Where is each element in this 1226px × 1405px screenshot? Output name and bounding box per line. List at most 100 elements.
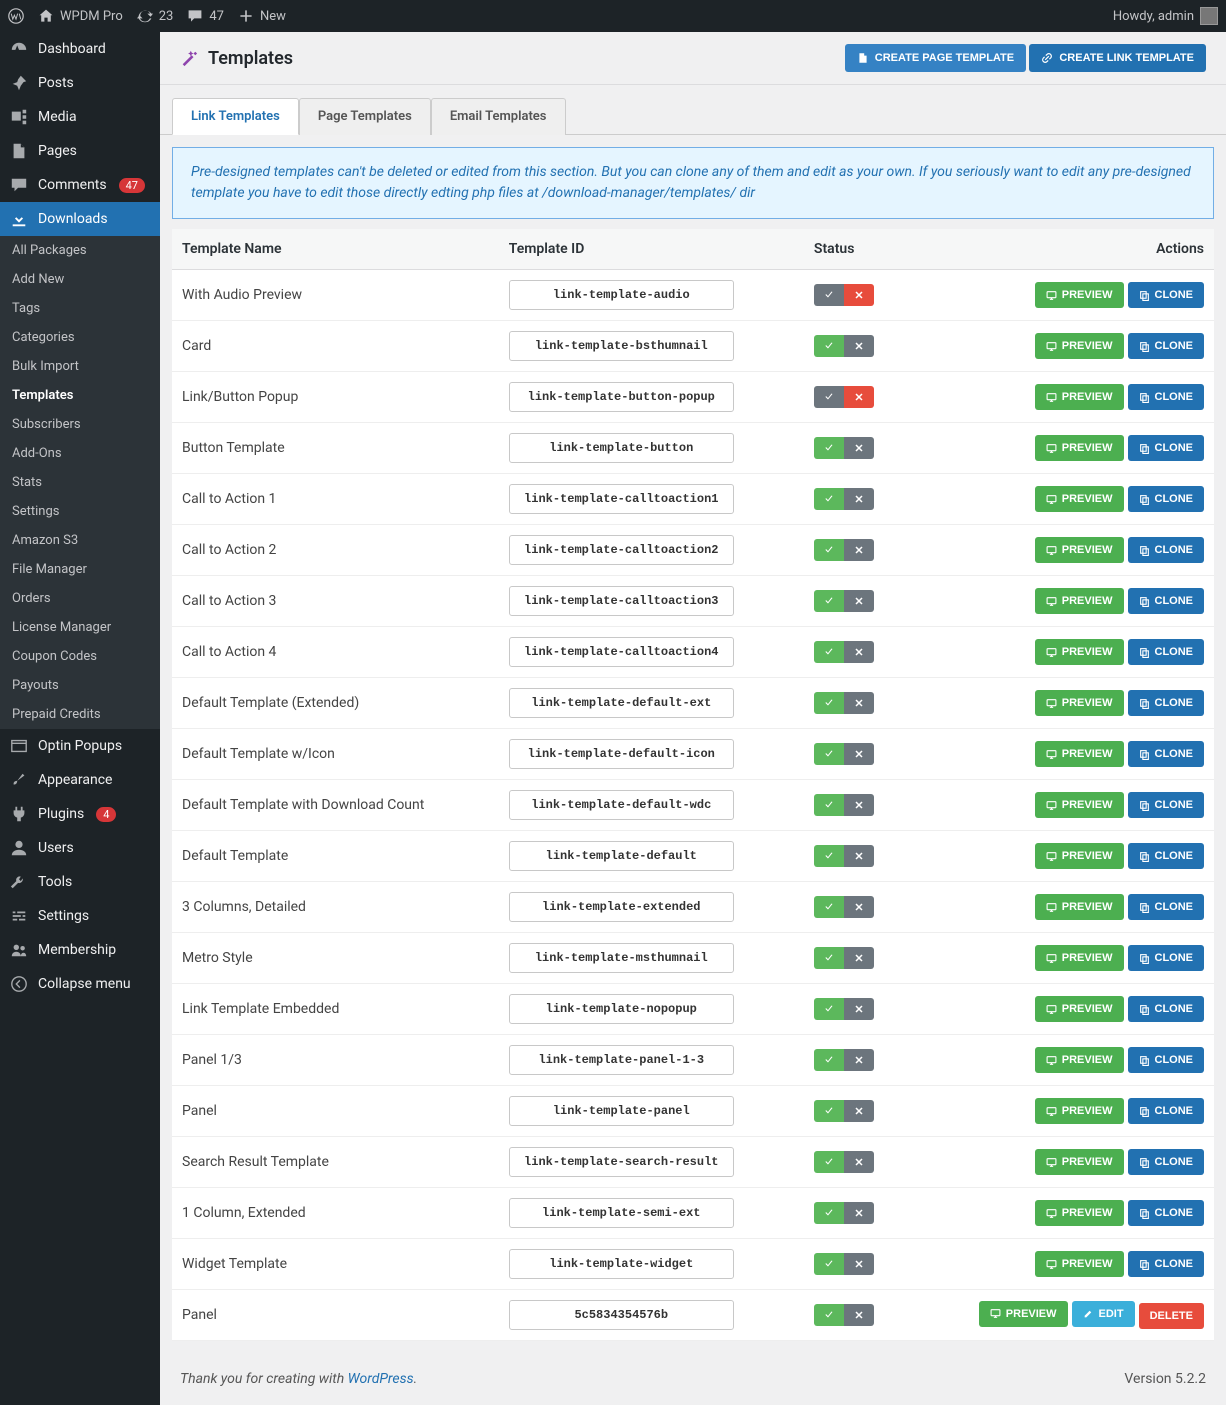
template-id-input[interactable] [509,1198,734,1228]
status-toggle[interactable] [814,335,874,357]
template-id-input[interactable] [509,1096,734,1126]
status-toggle[interactable] [814,488,874,510]
tab-email-templates[interactable]: Email Templates [431,98,566,135]
submenu-item-add-new[interactable]: Add New [0,265,160,294]
menu-item-pages[interactable]: Pages [0,134,160,168]
template-id-input[interactable] [509,586,734,616]
preview-button[interactable]: PREVIEW [1035,792,1124,818]
template-id-input[interactable] [509,535,734,565]
menu-item-plugins[interactable]: Plugins4 [0,797,160,831]
clone-button[interactable]: CLONE [1128,384,1205,410]
status-toggle[interactable] [814,437,874,459]
clone-button[interactable]: CLONE [1128,843,1205,869]
preview-button[interactable]: PREVIEW [1035,486,1124,512]
preview-button[interactable]: PREVIEW [1035,588,1124,614]
status-toggle[interactable] [814,845,874,867]
template-id-input[interactable] [509,484,734,514]
clone-button[interactable]: CLONE [1128,333,1205,359]
submenu-item-file-manager[interactable]: File Manager [0,555,160,584]
preview-button[interactable]: PREVIEW [1035,1047,1124,1073]
tab-link-templates[interactable]: Link Templates [172,98,299,135]
submenu-item-prepaid-credits[interactable]: Prepaid Credits [0,700,160,729]
submenu-item-payouts[interactable]: Payouts [0,671,160,700]
status-toggle[interactable] [814,1100,874,1122]
status-toggle[interactable] [814,692,874,714]
menu-item-settings[interactable]: Settings [0,899,160,933]
create-link-template-button[interactable]: CREATE LINK TEMPLATE [1029,44,1206,72]
menu-item-posts[interactable]: Posts [0,66,160,100]
template-id-input[interactable] [509,688,734,718]
tab-page-templates[interactable]: Page Templates [299,98,431,135]
status-toggle[interactable] [814,284,874,306]
clone-button[interactable]: CLONE [1128,639,1205,665]
clone-button[interactable]: CLONE [1128,435,1205,461]
clone-button[interactable]: CLONE [1128,1098,1205,1124]
clone-button[interactable]: CLONE [1128,486,1205,512]
status-toggle[interactable] [814,386,874,408]
submenu-item-all-packages[interactable]: All Packages [0,236,160,265]
preview-button[interactable]: PREVIEW [1035,945,1124,971]
template-id-input[interactable] [509,841,734,871]
status-toggle[interactable] [814,590,874,612]
preview-button[interactable]: PREVIEW [1035,894,1124,920]
template-id-input[interactable] [509,943,734,973]
clone-button[interactable]: CLONE [1128,537,1205,563]
preview-button[interactable]: PREVIEW [1035,639,1124,665]
submenu-item-license-manager[interactable]: License Manager [0,613,160,642]
clone-button[interactable]: CLONE [1128,588,1205,614]
preview-button[interactable]: PREVIEW [1035,333,1124,359]
preview-button[interactable]: PREVIEW [1035,384,1124,410]
wp-logo[interactable] [8,8,24,24]
submenu-item-coupon-codes[interactable]: Coupon Codes [0,642,160,671]
preview-button[interactable]: PREVIEW [1035,690,1124,716]
preview-button[interactable]: PREVIEW [1035,435,1124,461]
delete-button[interactable]: DELETE [1139,1303,1204,1329]
status-toggle[interactable] [814,947,874,969]
status-toggle[interactable] [814,998,874,1020]
preview-button[interactable]: PREVIEW [1035,282,1124,308]
howdy-link[interactable]: Howdy, admin [1113,7,1218,25]
clone-button[interactable]: CLONE [1128,741,1205,767]
menu-item-collapse-menu[interactable]: Collapse menu [0,967,160,1001]
template-id-input[interactable] [509,994,734,1024]
template-id-input[interactable] [509,1300,734,1330]
status-toggle[interactable] [814,1151,874,1173]
menu-item-comments[interactable]: Comments47 [0,168,160,202]
menu-item-optin-popups[interactable]: Optin Popups [0,729,160,763]
submenu-item-amazon-s3[interactable]: Amazon S3 [0,526,160,555]
submenu-item-templates[interactable]: Templates [0,381,160,410]
submenu-item-add-ons[interactable]: Add-Ons [0,439,160,468]
template-id-input[interactable] [509,331,734,361]
submenu-item-bulk-import[interactable]: Bulk Import [0,352,160,381]
clone-button[interactable]: CLONE [1128,1251,1205,1277]
create-page-template-button[interactable]: CREATE PAGE TEMPLATE [845,44,1026,72]
clone-button[interactable]: CLONE [1128,1047,1205,1073]
template-id-input[interactable] [509,433,734,463]
clone-button[interactable]: CLONE [1128,792,1205,818]
comments-link[interactable]: 47 [187,8,224,24]
site-name-link[interactable]: WPDM Pro [38,8,123,24]
submenu-item-stats[interactable]: Stats [0,468,160,497]
clone-button[interactable]: CLONE [1128,690,1205,716]
template-id-input[interactable] [509,1045,734,1075]
clone-button[interactable]: CLONE [1128,996,1205,1022]
status-toggle[interactable] [814,1049,874,1071]
menu-item-downloads[interactable]: Downloads [0,202,160,236]
preview-button[interactable]: PREVIEW [1035,996,1124,1022]
preview-button[interactable]: PREVIEW [1035,843,1124,869]
menu-item-dashboard[interactable]: Dashboard [0,32,160,66]
template-id-input[interactable] [509,790,734,820]
menu-item-membership[interactable]: Membership [0,933,160,967]
status-toggle[interactable] [814,896,874,918]
submenu-item-categories[interactable]: Categories [0,323,160,352]
status-toggle[interactable] [814,1202,874,1224]
preview-button[interactable]: PREVIEW [1035,1098,1124,1124]
submenu-item-orders[interactable]: Orders [0,584,160,613]
template-id-input[interactable] [509,739,734,769]
clone-button[interactable]: CLONE [1128,945,1205,971]
preview-button[interactable]: PREVIEW [1035,537,1124,563]
menu-item-appearance[interactable]: Appearance [0,763,160,797]
wordpress-link[interactable]: WordPress [348,1371,414,1387]
template-id-input[interactable] [509,892,734,922]
template-id-input[interactable] [509,382,734,412]
